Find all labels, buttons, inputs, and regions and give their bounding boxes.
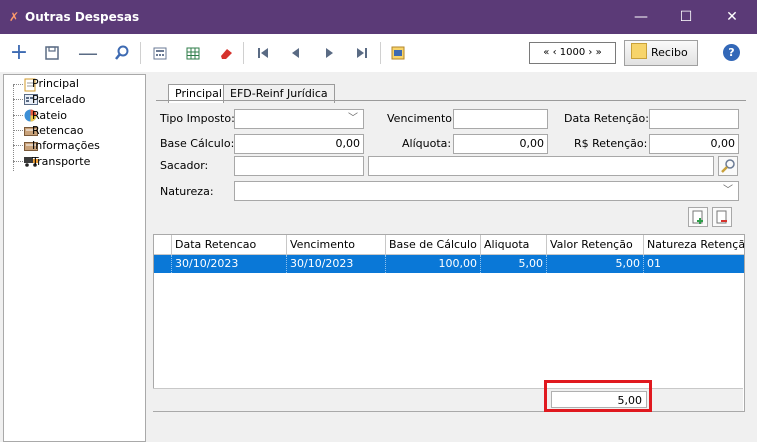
grid-footer: 5,00 bbox=[153, 388, 743, 411]
col-vencimento[interactable]: Vencimento bbox=[287, 235, 386, 254]
receipt-icon bbox=[631, 43, 647, 59]
table-icon[interactable] bbox=[182, 42, 204, 64]
help-icon[interactable]: ? bbox=[723, 44, 740, 61]
vencimento-input[interactable] bbox=[453, 109, 548, 129]
pager-control[interactable]: « ‹ 1000 › » bbox=[529, 42, 616, 64]
close-button[interactable]: ✕ bbox=[709, 0, 755, 34]
last-icon[interactable] bbox=[351, 42, 373, 64]
col-aliquota[interactable]: Aliquota bbox=[481, 235, 547, 254]
chevron-down-icon: ﹀ bbox=[723, 185, 733, 196]
grid-header: Data Retencao Vencimento Base de Cálculo… bbox=[154, 235, 744, 255]
sacador-label: Sacador: bbox=[160, 159, 209, 172]
cell-valor-retencao: 5,00 bbox=[547, 255, 644, 273]
tree-item-retencao[interactable]: Retencao bbox=[32, 124, 84, 137]
title-bar: ✗ Outras Despesas — ☐ ✕ bbox=[0, 0, 757, 34]
rs-retencao-label: R$ Retenção: bbox=[574, 137, 648, 150]
add-row-button[interactable] bbox=[688, 207, 708, 227]
notebook-icon[interactable] bbox=[387, 42, 409, 64]
natureza-label: Natureza: bbox=[160, 185, 214, 198]
next-icon[interactable] bbox=[318, 42, 340, 64]
base-calculo-label: Base Cálculo: bbox=[160, 137, 235, 150]
maximize-button[interactable]: ☐ bbox=[663, 0, 709, 34]
cell-base-calculo: 100,00 bbox=[386, 255, 481, 273]
sacador-code-input[interactable] bbox=[234, 156, 364, 176]
calculator-icon[interactable] bbox=[149, 42, 171, 64]
tree-item-rateio[interactable]: Rateio bbox=[32, 109, 67, 122]
aliquota-label: Alíquota: bbox=[402, 137, 452, 150]
col-valor-retencao[interactable]: Valor Retenção bbox=[547, 235, 644, 254]
cell-aliquota: 5,00 bbox=[481, 255, 547, 273]
navigation-tree: Principal Parcelado Rateio Retencao Info… bbox=[3, 74, 146, 442]
chevron-down-icon: ﹀ bbox=[348, 113, 358, 124]
plus-icon[interactable]: + bbox=[8, 42, 30, 64]
window-title: Outras Despesas bbox=[25, 10, 140, 24]
save-icon[interactable] bbox=[41, 42, 63, 64]
table-row[interactable]: 30/10/2023 30/10/2023 100,00 5,00 5,00 0… bbox=[154, 255, 744, 273]
col-data-retencao[interactable]: Data Retencao bbox=[172, 235, 287, 254]
recibo-button[interactable]: Recibo bbox=[624, 40, 698, 66]
data-retencao-input[interactable] bbox=[649, 109, 739, 129]
tree-item-principal[interactable]: Principal bbox=[32, 77, 79, 90]
aliquota-input[interactable]: 0,00 bbox=[453, 134, 548, 154]
tree-item-informacoes[interactable]: Informações bbox=[32, 139, 100, 152]
rs-retencao-input[interactable]: 0,00 bbox=[649, 134, 739, 154]
highlight-box bbox=[544, 380, 652, 412]
retencao-grid: Data Retencao Vencimento Base de Cálculo… bbox=[153, 234, 745, 412]
minimize-button[interactable]: — bbox=[618, 0, 664, 34]
tree-item-parcelado[interactable]: Parcelado bbox=[32, 93, 86, 106]
sacador-name-input[interactable] bbox=[368, 156, 714, 176]
remove-row-button[interactable] bbox=[712, 207, 732, 227]
data-retencao-label: Data Retenção: bbox=[564, 112, 649, 125]
minus-icon[interactable]: — bbox=[77, 42, 99, 64]
eraser-icon[interactable] bbox=[215, 42, 237, 64]
app-icon: ✗ bbox=[9, 10, 20, 24]
recibo-label: Recibo bbox=[651, 46, 688, 59]
main-panel: Principal EFD-Reinf Jurídica Tipo Impost… bbox=[148, 74, 757, 440]
tipo-imposto-label: Tipo Imposto: bbox=[160, 112, 235, 125]
tree-item-transporte[interactable]: Transporte bbox=[32, 155, 90, 168]
tipo-imposto-select[interactable]: ﹀ bbox=[234, 109, 364, 129]
vencimento-label: Vencimento: bbox=[387, 112, 456, 125]
search-sacador-icon[interactable] bbox=[718, 156, 738, 176]
cell-natureza-retencao: 01 bbox=[647, 257, 661, 270]
search-icon[interactable] bbox=[111, 42, 133, 64]
natureza-select[interactable]: ﹀ bbox=[234, 181, 739, 201]
col-natureza-retencao[interactable]: Natureza Retençã bbox=[644, 235, 744, 254]
first-icon[interactable] bbox=[252, 42, 274, 64]
cell-data-retencao: 30/10/2023 bbox=[172, 255, 287, 273]
col-base-calculo[interactable]: Base de Cálculo bbox=[386, 235, 481, 254]
prev-icon[interactable] bbox=[285, 42, 307, 64]
cell-vencimento: 30/10/2023 bbox=[287, 255, 386, 273]
base-calculo-input[interactable]: 0,00 bbox=[234, 134, 364, 154]
